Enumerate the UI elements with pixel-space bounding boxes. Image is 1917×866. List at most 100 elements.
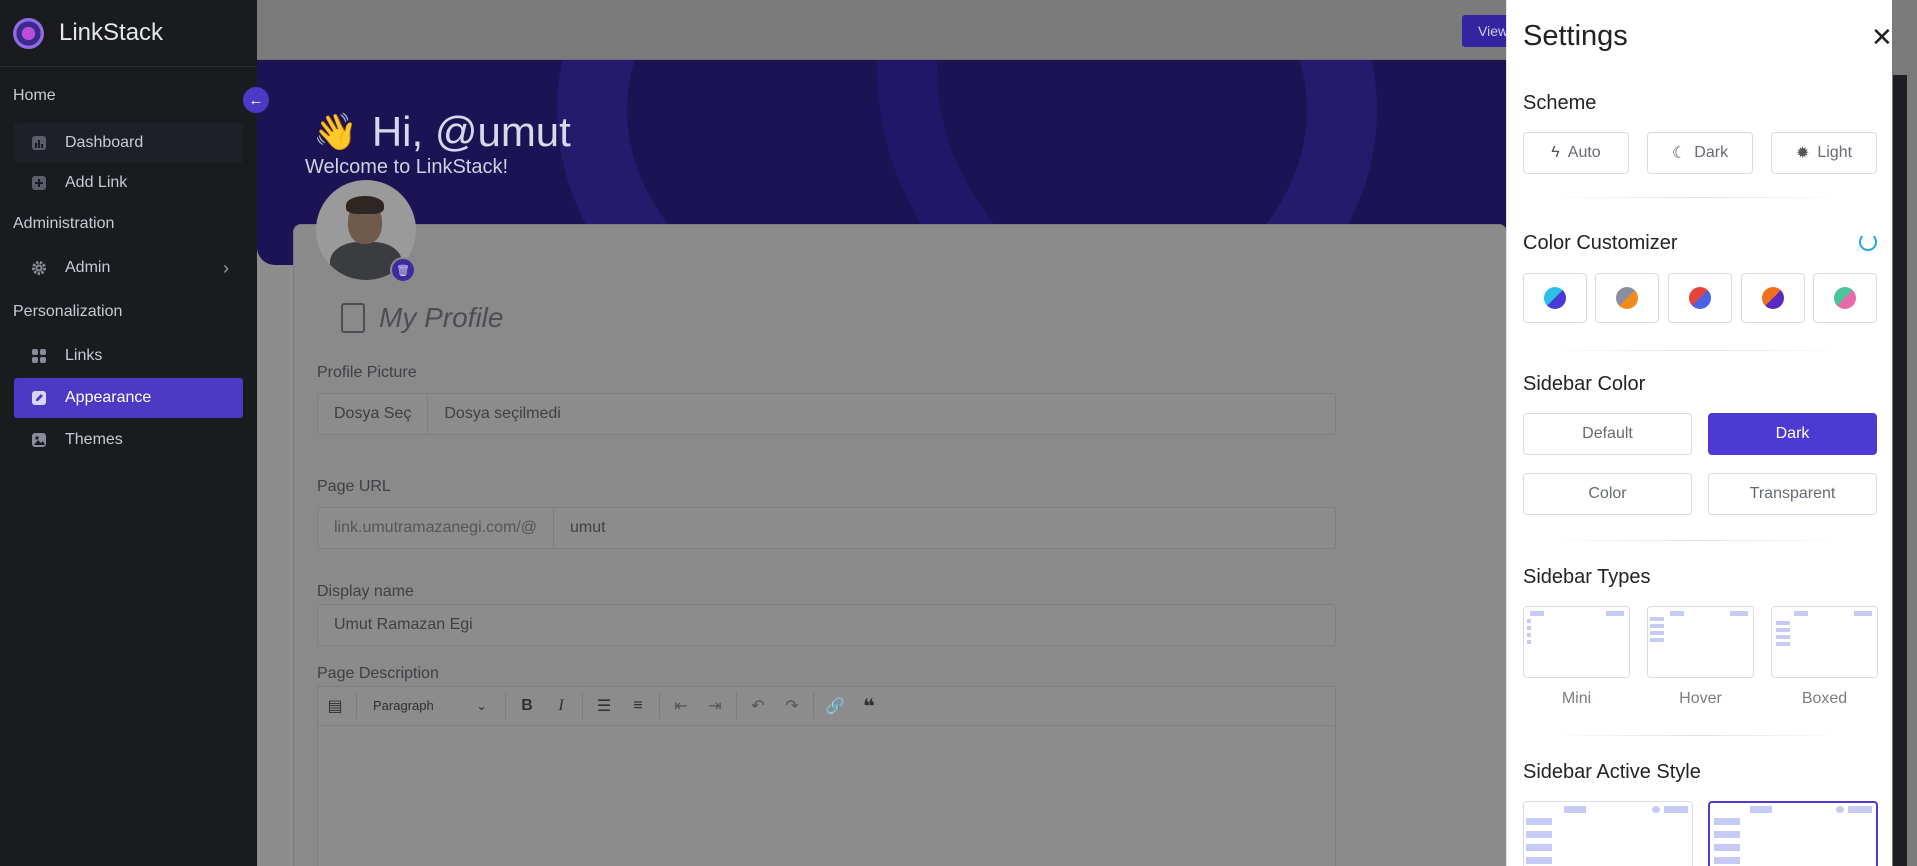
close-icon[interactable]: ✕ xyxy=(1871,22,1892,53)
sidebar-color-transparent-button[interactable]: Transparent xyxy=(1708,473,1877,515)
sidebar-item-label: Appearance xyxy=(65,389,152,406)
sidebar-item-appearance[interactable]: Appearance xyxy=(14,378,243,418)
scheme-light-button[interactable]: ✹ Light xyxy=(1771,132,1877,174)
sidebar-item-themes[interactable]: Themes xyxy=(14,420,243,460)
color-swatch-2[interactable] xyxy=(1595,273,1659,323)
edit-icon xyxy=(30,389,48,407)
link-icon[interactable]: 🔗 xyxy=(818,696,852,716)
color-swatch-5[interactable] xyxy=(1813,273,1877,323)
sidebar-collapse-button[interactable]: ← xyxy=(243,87,269,113)
scheme-auto-button[interactable]: ϟ Auto xyxy=(1523,132,1629,174)
sidebar-item-dashboard[interactable]: Dashboard xyxy=(14,123,243,163)
bulleted-list-icon[interactable]: ☰ xyxy=(587,696,621,716)
chevron-right-icon: › xyxy=(223,257,229,278)
grid-icon xyxy=(30,347,48,365)
sidebar-item-label: Themes xyxy=(65,431,123,448)
outdent-icon[interactable]: ⇤ xyxy=(664,696,698,716)
chevron-down-icon: ⌄ xyxy=(476,698,487,713)
plus-square-icon xyxy=(30,174,48,192)
section-home: Home xyxy=(13,87,56,104)
linkstack-logo-icon xyxy=(13,17,44,49)
sidebar-item-add-link[interactable]: Add Link xyxy=(14,163,243,203)
top-navbar xyxy=(257,0,1507,60)
sidebar-item-label: Add Link xyxy=(65,174,128,191)
gear-icon xyxy=(30,259,48,277)
choose-file-button[interactable]: Dosya Seç xyxy=(318,394,429,434)
greeting-text: Hi, @umut xyxy=(371,108,571,155)
select-all-icon[interactable]: ▤ xyxy=(318,696,352,716)
view-page-button[interactable]: View xyxy=(1462,15,1508,47)
numbered-list-icon[interactable]: ≡ xyxy=(621,697,655,715)
image-icon xyxy=(30,431,48,449)
refresh-icon[interactable] xyxy=(1859,233,1877,251)
sidebar-color-default-button[interactable]: Default xyxy=(1523,413,1692,455)
paragraph-select[interactable]: Paragraph ⌄ xyxy=(361,698,501,714)
brand[interactable]: LinkStack xyxy=(0,0,257,67)
color-customizer-title: Color Customizer xyxy=(1523,232,1678,254)
scheme-light-label: Light xyxy=(1817,144,1853,161)
brand-name: LinkStack xyxy=(59,19,164,46)
sidebar-types-title: Sidebar Types xyxy=(1523,566,1651,588)
undo-icon[interactable]: ↶ xyxy=(741,696,775,716)
url-prefix: link.umutramazanegi.com/@ xyxy=(318,508,554,548)
delete-avatar-button[interactable]: 🗑 xyxy=(390,257,416,283)
panel-scrollbar[interactable] xyxy=(1892,0,1917,866)
scheme-dark-label: Dark xyxy=(1694,144,1729,161)
scrollbar-thumb[interactable] xyxy=(1893,75,1907,866)
sidebar-item-admin[interactable]: Admin › xyxy=(14,248,243,288)
scheme-title: Scheme xyxy=(1523,92,1597,114)
display-name-value: Umut Ramazan Egi xyxy=(334,616,473,633)
scheme-auto-label: Auto xyxy=(1567,144,1601,161)
sidebar-item-label: Links xyxy=(65,347,103,364)
color-swatch-4[interactable] xyxy=(1741,273,1805,323)
url-handle-input[interactable]: umut xyxy=(554,519,606,537)
section-personalization: Personalization xyxy=(13,303,123,320)
sidebar-item-label: Admin xyxy=(65,259,111,276)
sidebar-type-boxed-label: Boxed xyxy=(1801,690,1848,707)
greeting: 👋 Hi, @umut xyxy=(313,108,571,156)
moon-icon: ☾ xyxy=(1671,145,1687,162)
display-name-input[interactable]: Umut Ramazan Egi xyxy=(317,604,1336,646)
active-style-card-1[interactable] xyxy=(1523,801,1693,866)
sun-icon: ✹ xyxy=(1795,145,1810,162)
sidebar: LinkStack Home Dashboard Add Link Admini… xyxy=(0,0,257,866)
swatch-dot xyxy=(1689,287,1711,309)
active-style-card-2[interactable] xyxy=(1708,801,1878,866)
profile-picture-label: Profile Picture xyxy=(317,364,417,381)
section-title: My Profile xyxy=(341,302,503,334)
sidebar-item-label: Dashboard xyxy=(65,134,144,151)
sidebar-item-links[interactable]: Links xyxy=(14,336,243,376)
trash-icon: 🗑 xyxy=(396,264,410,277)
italic-icon[interactable]: I xyxy=(544,697,578,715)
sidebar-type-boxed-card[interactable] xyxy=(1771,606,1878,678)
page-description-label: Page Description xyxy=(317,665,439,682)
paragraph-select-value: Paragraph xyxy=(373,698,434,713)
page-url-field[interactable]: link.umutramazanegi.com/@ umut xyxy=(317,507,1336,549)
indent-icon[interactable]: ⇥ xyxy=(698,696,732,716)
document-icon xyxy=(341,303,365,333)
welcome-text: Welcome to LinkStack! xyxy=(305,156,509,178)
scheme-dark-button[interactable]: ☾ Dark xyxy=(1647,132,1753,174)
section-title-text: My Profile xyxy=(379,302,504,333)
swatch-dot xyxy=(1544,287,1566,309)
quote-icon[interactable]: ❝ xyxy=(852,694,886,719)
chart-icon xyxy=(30,134,48,152)
color-swatch-1[interactable] xyxy=(1523,273,1587,323)
description-editor[interactable] xyxy=(317,726,1336,866)
sidebar-type-hover-card[interactable] xyxy=(1647,606,1754,678)
sidebar-type-mini-card[interactable] xyxy=(1523,606,1630,678)
arrow-left-icon: ← xyxy=(248,91,264,109)
waving-hand-icon: 👋 xyxy=(313,111,358,152)
swatch-dot xyxy=(1616,287,1638,309)
bolt-icon: ϟ xyxy=(1551,144,1560,161)
profile-picture-input[interactable]: Dosya Seç Dosya seçilmedi xyxy=(317,393,1336,435)
sidebar-color-color-button[interactable]: Color xyxy=(1523,473,1692,515)
file-status: Dosya seçilmedi xyxy=(444,405,561,422)
bold-icon[interactable]: B xyxy=(510,697,544,715)
sidebar-type-hover-label: Hover xyxy=(1679,690,1722,707)
redo-icon[interactable]: ↷ xyxy=(775,696,809,716)
sidebar-color-dark-button[interactable]: Dark xyxy=(1708,413,1877,455)
color-swatch-3[interactable] xyxy=(1668,273,1732,323)
sidebar-active-style-title: Sidebar Active Style xyxy=(1523,761,1701,783)
section-administration: Administration xyxy=(13,215,115,232)
